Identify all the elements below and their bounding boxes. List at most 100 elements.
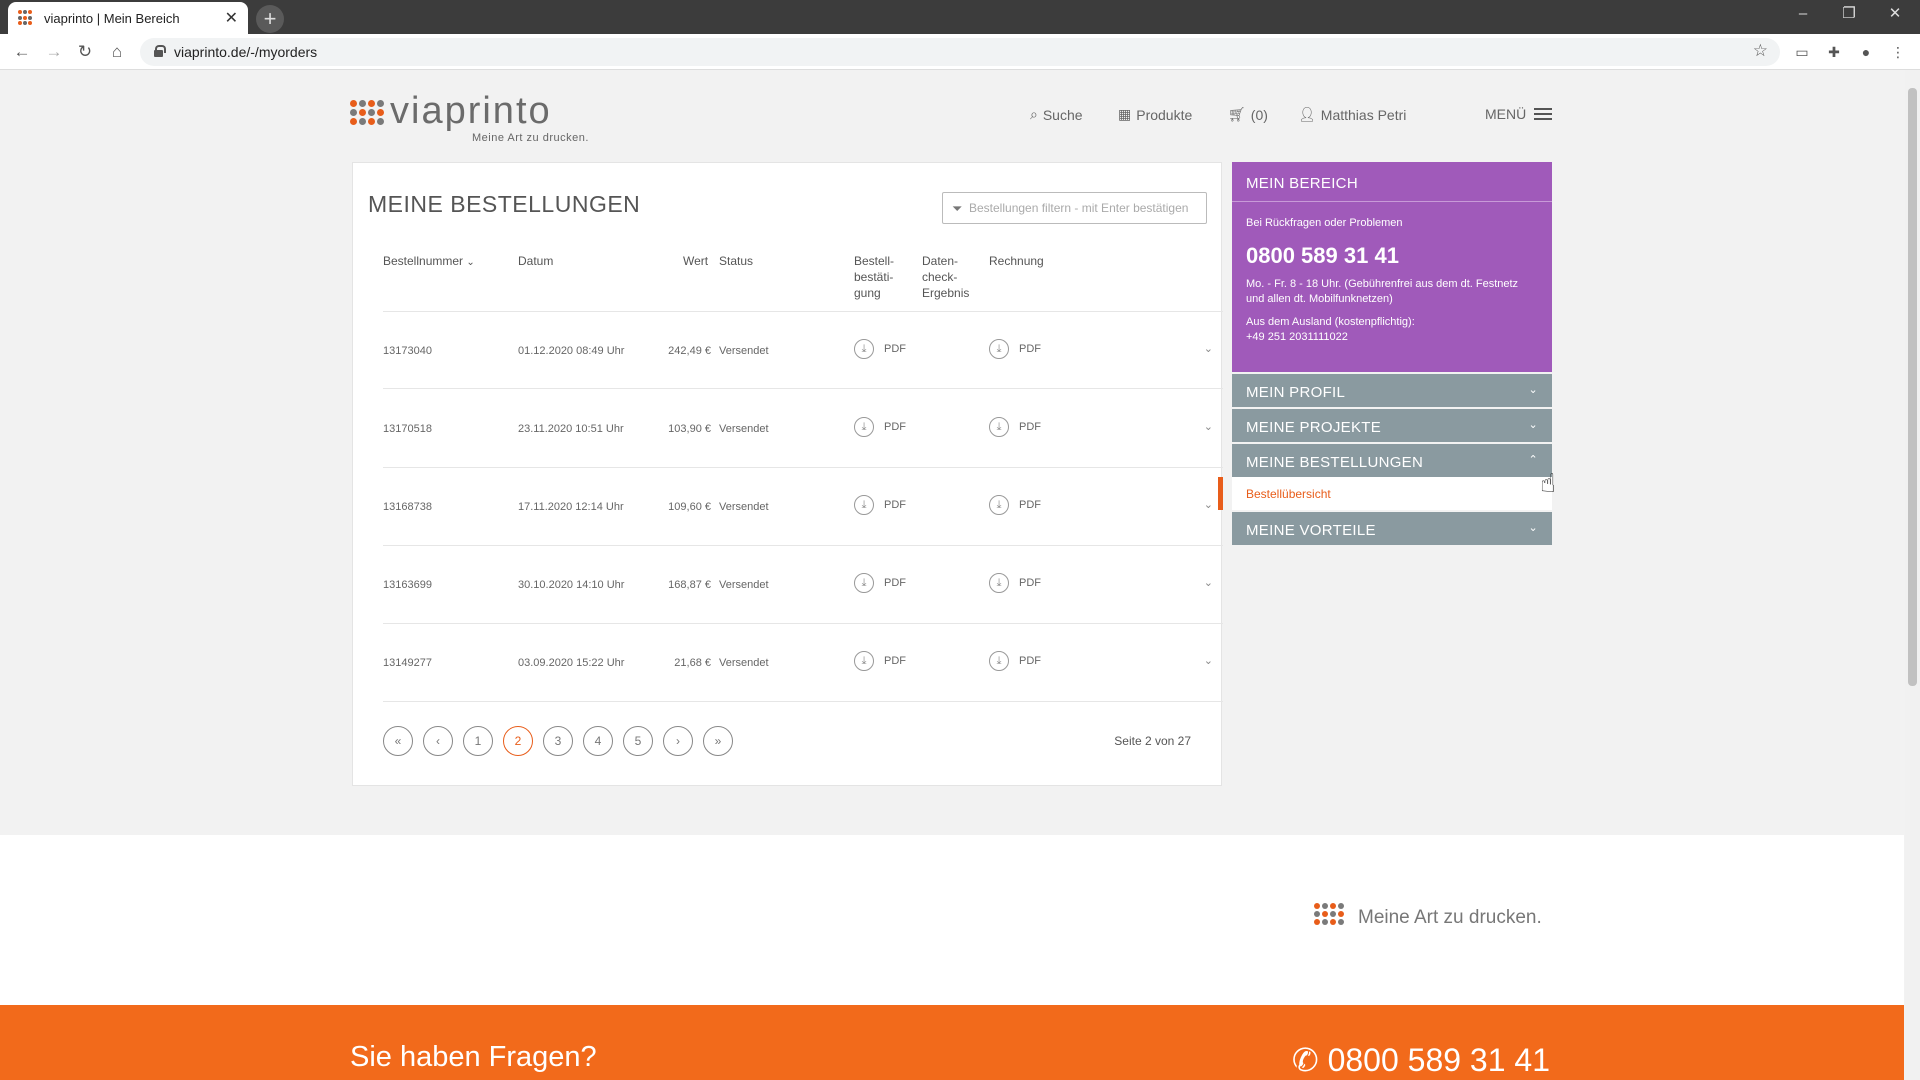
confirmation-pdf-link[interactable]: ⤓ PDF [854,339,906,359]
browser-tab-bar: viaprinto | Mein Bereich ✕ + – ❐ ✕ [0,0,1920,34]
extensions-icon[interactable]: ✚ [1824,42,1844,62]
invoice-pdf-link[interactable]: ⤓ PDF [989,417,1041,437]
expand-chevron-icon[interactable]: ⌄ [1204,420,1213,433]
footer-question: Sie haben Fragen? [350,1041,597,1073]
expand-chevron-icon[interactable]: ⌄ [1204,342,1213,355]
confirmation-pdf-link[interactable]: ⤓ PDF [854,417,906,437]
page-button-1[interactable]: 1 [463,726,493,756]
page-button-2[interactable]: 2 [503,726,533,756]
sidebar-subitem-order-overview[interactable]: Bestellübersicht [1218,477,1552,510]
download-icon: ⤓ [989,573,1009,593]
invoice-pdf-link[interactable]: ⤓ PDF [989,651,1041,671]
confirmation-pdf-link[interactable]: ⤓ PDF [854,573,906,593]
contact-box: Bei Rückfragen oder Problemen 0800 589 3… [1232,202,1552,372]
confirmation-pdf-link[interactable]: ⤓ PDF [854,495,906,515]
new-tab-button[interactable]: + [256,5,284,33]
footer-contact-banner: Sie haben Fragen? ✆ 0800 589 31 41 [0,1005,1904,1080]
pagination: « ‹ 1 2 3 4 5 › » [383,726,743,756]
download-icon: ⤓ [989,417,1009,437]
back-icon[interactable]: ← [10,40,34,64]
download-icon: ⤓ [854,417,874,437]
minimize-icon[interactable]: – [1780,0,1826,30]
column-header-invoice: Rechnung [989,254,1044,268]
table-row[interactable]: 13163699 30.10.2020 14:10 Uhr 168,87 € V… [383,546,1223,624]
order-number: 13173040 [383,345,432,357]
profile-avatar-icon[interactable]: ● [1856,42,1876,62]
contact-intro: Bei Rückfragen oder Problemen [1246,217,1403,229]
user-icon: 👤︎ [1298,106,1316,122]
lock-icon [154,45,166,57]
nav-cart[interactable]: 🛒︎ (0) [1228,106,1268,123]
table-row[interactable]: 13168738 17.11.2020 12:14 Uhr 109,60 € V… [383,468,1223,546]
chevron-down-icon: ⌄ [1528,419,1538,431]
nav-user[interactable]: 👤︎ Matthias Petri [1298,106,1406,123]
order-status: Versendet [719,579,769,591]
footer-phone[interactable]: ✆ 0800 589 31 41 [1292,1041,1550,1079]
restore-icon[interactable]: ❐ [1826,0,1872,30]
invoice-pdf-link[interactable]: ⤓ PDF [989,339,1041,359]
invoice-pdf-link[interactable]: ⤓ PDF [989,573,1041,593]
first-page-button[interactable]: « [383,726,413,756]
abroad-phone[interactable]: +49 251 2031111022 [1246,330,1538,345]
page-button-5[interactable]: 5 [623,726,653,756]
download-icon: ⤓ [854,573,874,593]
order-date: 01.12.2020 08:49 Uhr [518,345,625,357]
nav-products[interactable]: ▦ Produkte [1118,106,1192,123]
chevron-up-icon: ⌃ [1528,454,1538,466]
sidebar-item-profile[interactable]: MEIN PROFIL ⌄ [1232,374,1552,407]
tab-close-icon[interactable]: ✕ [225,8,238,28]
column-header-date: Datum [518,254,554,268]
last-page-button[interactable]: » [703,726,733,756]
confirmation-pdf-link[interactable]: ⤓ PDF [854,651,906,671]
cast-icon[interactable]: ▭ [1792,42,1812,62]
download-icon: ⤓ [989,495,1009,515]
expand-chevron-icon[interactable]: ⌄ [1204,498,1213,511]
order-value: 103,90 € [668,423,711,435]
order-date: 17.11.2020 12:14 Uhr [518,501,624,513]
column-header-status: Status [719,254,754,268]
next-page-button[interactable]: › [663,726,693,756]
order-value: 21,68 € [674,657,711,669]
order-value: 168,87 € [668,579,711,591]
page-button-3[interactable]: 3 [543,726,573,756]
sidebar-item-orders[interactable]: MEINE BESTELLUNGEN ⌃ [1232,444,1552,477]
scrollbar-thumb[interactable] [1908,88,1917,686]
chevron-down-icon: ⌄ [1528,384,1538,396]
prev-page-button[interactable]: ‹ [423,726,453,756]
hamburger-icon [1534,108,1553,120]
chevron-down-icon: ⌄ [1528,522,1538,534]
page-info: Seite 2 von 27 [1114,734,1191,748]
orders-filter-input[interactable]: ⏷ Bestellungen filtern - mit Enter bestä… [942,192,1207,224]
sidebar-item-projects[interactable]: MEINE PROJEKTE ⌄ [1232,409,1552,442]
contact-phone[interactable]: 0800 589 31 41 [1246,243,1538,269]
phone-icon: ✆ [1291,1042,1328,1078]
table-row[interactable]: 13170518 23.11.2020 10:51 Uhr 103,90 € V… [383,390,1223,468]
search-icon: ⌕ [1030,106,1038,122]
sidebar-item-benefits[interactable]: MEINE VORTEILE ⌄ [1232,512,1552,545]
order-date: 23.11.2020 10:51 Uhr [518,423,624,435]
expand-chevron-icon[interactable]: ⌄ [1204,654,1213,667]
address-bar[interactable]: viaprinto.de/-/myorders ☆ [140,38,1780,66]
column-header-number[interactable]: Bestellnummer ⌄ [383,253,475,271]
logo-tagline: Meine Art zu drucken. [472,132,589,144]
logo-mark-icon [350,100,384,125]
home-icon[interactable]: ⌂ [105,40,129,64]
sidebar-title: MEIN BEREICH [1232,162,1552,202]
table-row[interactable]: 13173040 01.12.2020 08:49 Uhr 242,49 € V… [383,311,1223,389]
nav-search[interactable]: ⌕ Suche [1030,106,1083,123]
forward-icon[interactable]: → [42,40,66,64]
bookmark-star-icon[interactable]: ☆ [1753,41,1768,61]
download-icon: ⤓ [854,495,874,515]
nav-menu[interactable]: MENÜ [1485,106,1553,122]
page-scrollbar[interactable] [1905,70,1920,1080]
reload-icon[interactable]: ↻ [73,40,97,64]
invoice-pdf-link[interactable]: ⤓ PDF [989,495,1041,515]
download-icon: ⤓ [989,339,1009,359]
expand-chevron-icon[interactable]: ⌄ [1204,576,1213,589]
table-row[interactable]: 13149277 03.09.2020 15:22 Uhr 21,68 € Ve… [383,624,1223,702]
browser-menu-icon[interactable]: ⋮ [1888,42,1908,62]
viaprinto-favicon-icon [18,10,34,26]
browser-tab[interactable]: viaprinto | Mein Bereich ✕ [8,2,248,34]
window-close-icon[interactable]: ✕ [1872,0,1918,30]
page-button-4[interactable]: 4 [583,726,613,756]
